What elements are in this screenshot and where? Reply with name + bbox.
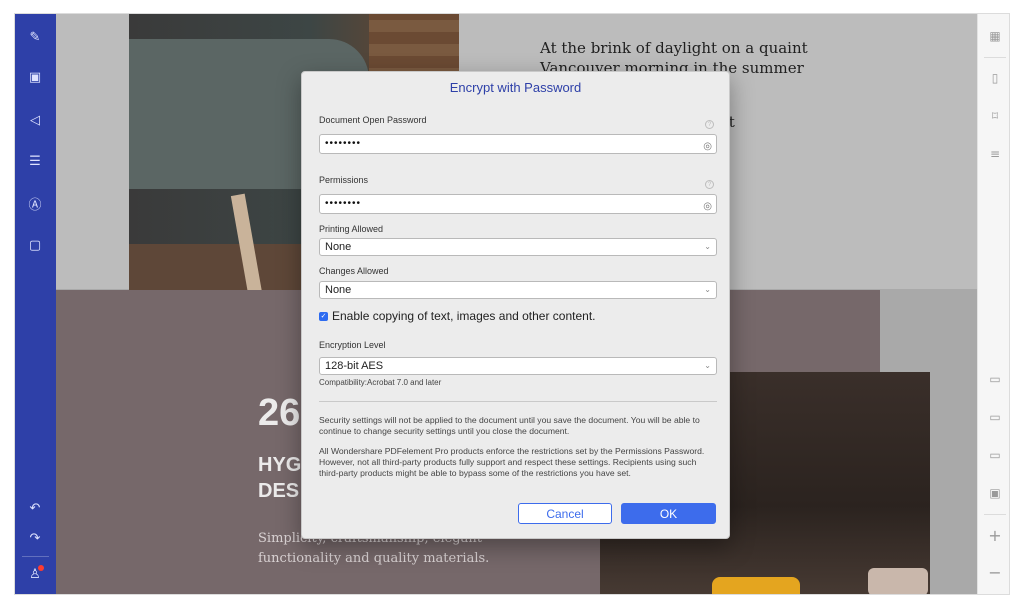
yellow-chair: [712, 577, 800, 594]
fit-width-icon[interactable]: ▭: [986, 370, 1004, 388]
toolbar-divider: [22, 556, 49, 557]
dialog-divider: [319, 401, 717, 402]
hide-password-icon[interactable]: ◎: [703, 198, 712, 216]
hide-password-icon[interactable]: ◎: [703, 138, 712, 156]
image-icon[interactable]: ▣: [25, 67, 45, 87]
send-icon[interactable]: ◁: [25, 110, 45, 130]
encryption-value: 128-bit AES: [325, 360, 384, 372]
page-big-number: 26: [258, 392, 301, 434]
page-heading: HYG DES: [258, 452, 301, 504]
changes-label: Changes Allowed: [319, 266, 389, 276]
right-divider-2: [984, 514, 1006, 515]
dialog-title: Encrypt with Password: [449, 80, 582, 95]
help-icon[interactable]: ?: [705, 180, 714, 189]
signature-icon[interactable]: Ⓐ: [25, 193, 45, 213]
heading-line-1: HYG: [258, 454, 302, 476]
permissions-password-field[interactable]: •••••••• ◎: [319, 194, 717, 214]
page-icon[interactable]: ▯: [986, 69, 1004, 87]
redo-icon[interactable]: ↷: [25, 528, 45, 548]
changes-select[interactable]: None ⌄: [319, 281, 717, 299]
form-icon[interactable]: ☰: [25, 151, 45, 171]
notification-dot: [38, 565, 44, 571]
right-toolbar: ▦ ▯ ⌑ ≡ ▭ ▭ ▭ ▣ + −: [977, 14, 1009, 594]
security-note: Security settings will not be applied to…: [319, 415, 700, 437]
copy-checkbox-row[interactable]: ✓ Enable copying of text, images and oth…: [319, 309, 596, 323]
ok-button[interactable]: OK: [621, 503, 716, 524]
thumbnails-icon[interactable]: ▦: [986, 27, 1004, 45]
encryption-select[interactable]: 128-bit AES ⌄: [319, 357, 717, 375]
encryption-label: Encryption Level: [319, 340, 386, 350]
bookmark-icon[interactable]: ⌑: [986, 107, 1004, 125]
undo-icon[interactable]: ↶: [25, 498, 45, 518]
permissions-password-value: ••••••••: [325, 198, 362, 209]
fit-page-icon[interactable]: ▭: [986, 408, 1004, 426]
compatibility-text: Compatibility:Acrobat 7.0 and later: [319, 378, 442, 387]
help-icon[interactable]: ?: [705, 120, 714, 129]
permissions-label: Permissions: [319, 175, 369, 185]
heading-line-2: DES: [258, 480, 300, 502]
open-password-field[interactable]: •••••••• ◎: [319, 134, 717, 154]
restrictions-note: All Wondershare PDFelement Pro products …: [319, 446, 705, 479]
actual-size-icon[interactable]: ▭: [986, 446, 1004, 464]
printing-label: Printing Allowed: [319, 224, 384, 234]
outline-icon[interactable]: ≡: [986, 145, 1004, 163]
open-password-value: ••••••••: [325, 138, 362, 149]
comment-icon[interactable]: ▢: [25, 235, 45, 255]
printing-select[interactable]: None ⌄: [319, 238, 717, 256]
copy-checkbox-label: Enable copying of text, images and other…: [332, 309, 596, 323]
chevron-down-icon: ⌄: [704, 242, 711, 251]
zoom-out-icon[interactable]: −: [986, 563, 1004, 582]
encrypt-dialog: Encrypt with Password Document Open Pass…: [301, 71, 730, 539]
cancel-button[interactable]: Cancel: [518, 503, 612, 524]
full-screen-icon[interactable]: ▣: [986, 484, 1004, 502]
subtext-line-2: functionality and quality materials.: [258, 551, 490, 566]
printing-value: None: [325, 241, 352, 253]
zoom-in-icon[interactable]: +: [986, 526, 1004, 545]
open-password-label: Document Open Password: [319, 115, 427, 125]
chevron-down-icon: ⌄: [704, 285, 711, 294]
chevron-down-icon: ⌄: [704, 361, 711, 370]
copy-checkbox[interactable]: ✓: [319, 311, 328, 321]
changes-value: None: [325, 284, 352, 296]
right-divider: [984, 57, 1006, 58]
left-toolbar: ✎ ▣ ◁ ☰ Ⓐ ▢ ↶ ↷ ♙: [15, 14, 56, 594]
pen-icon[interactable]: ✎: [25, 27, 45, 47]
lamp: [868, 568, 928, 594]
account-icon[interactable]: ♙: [25, 564, 45, 584]
